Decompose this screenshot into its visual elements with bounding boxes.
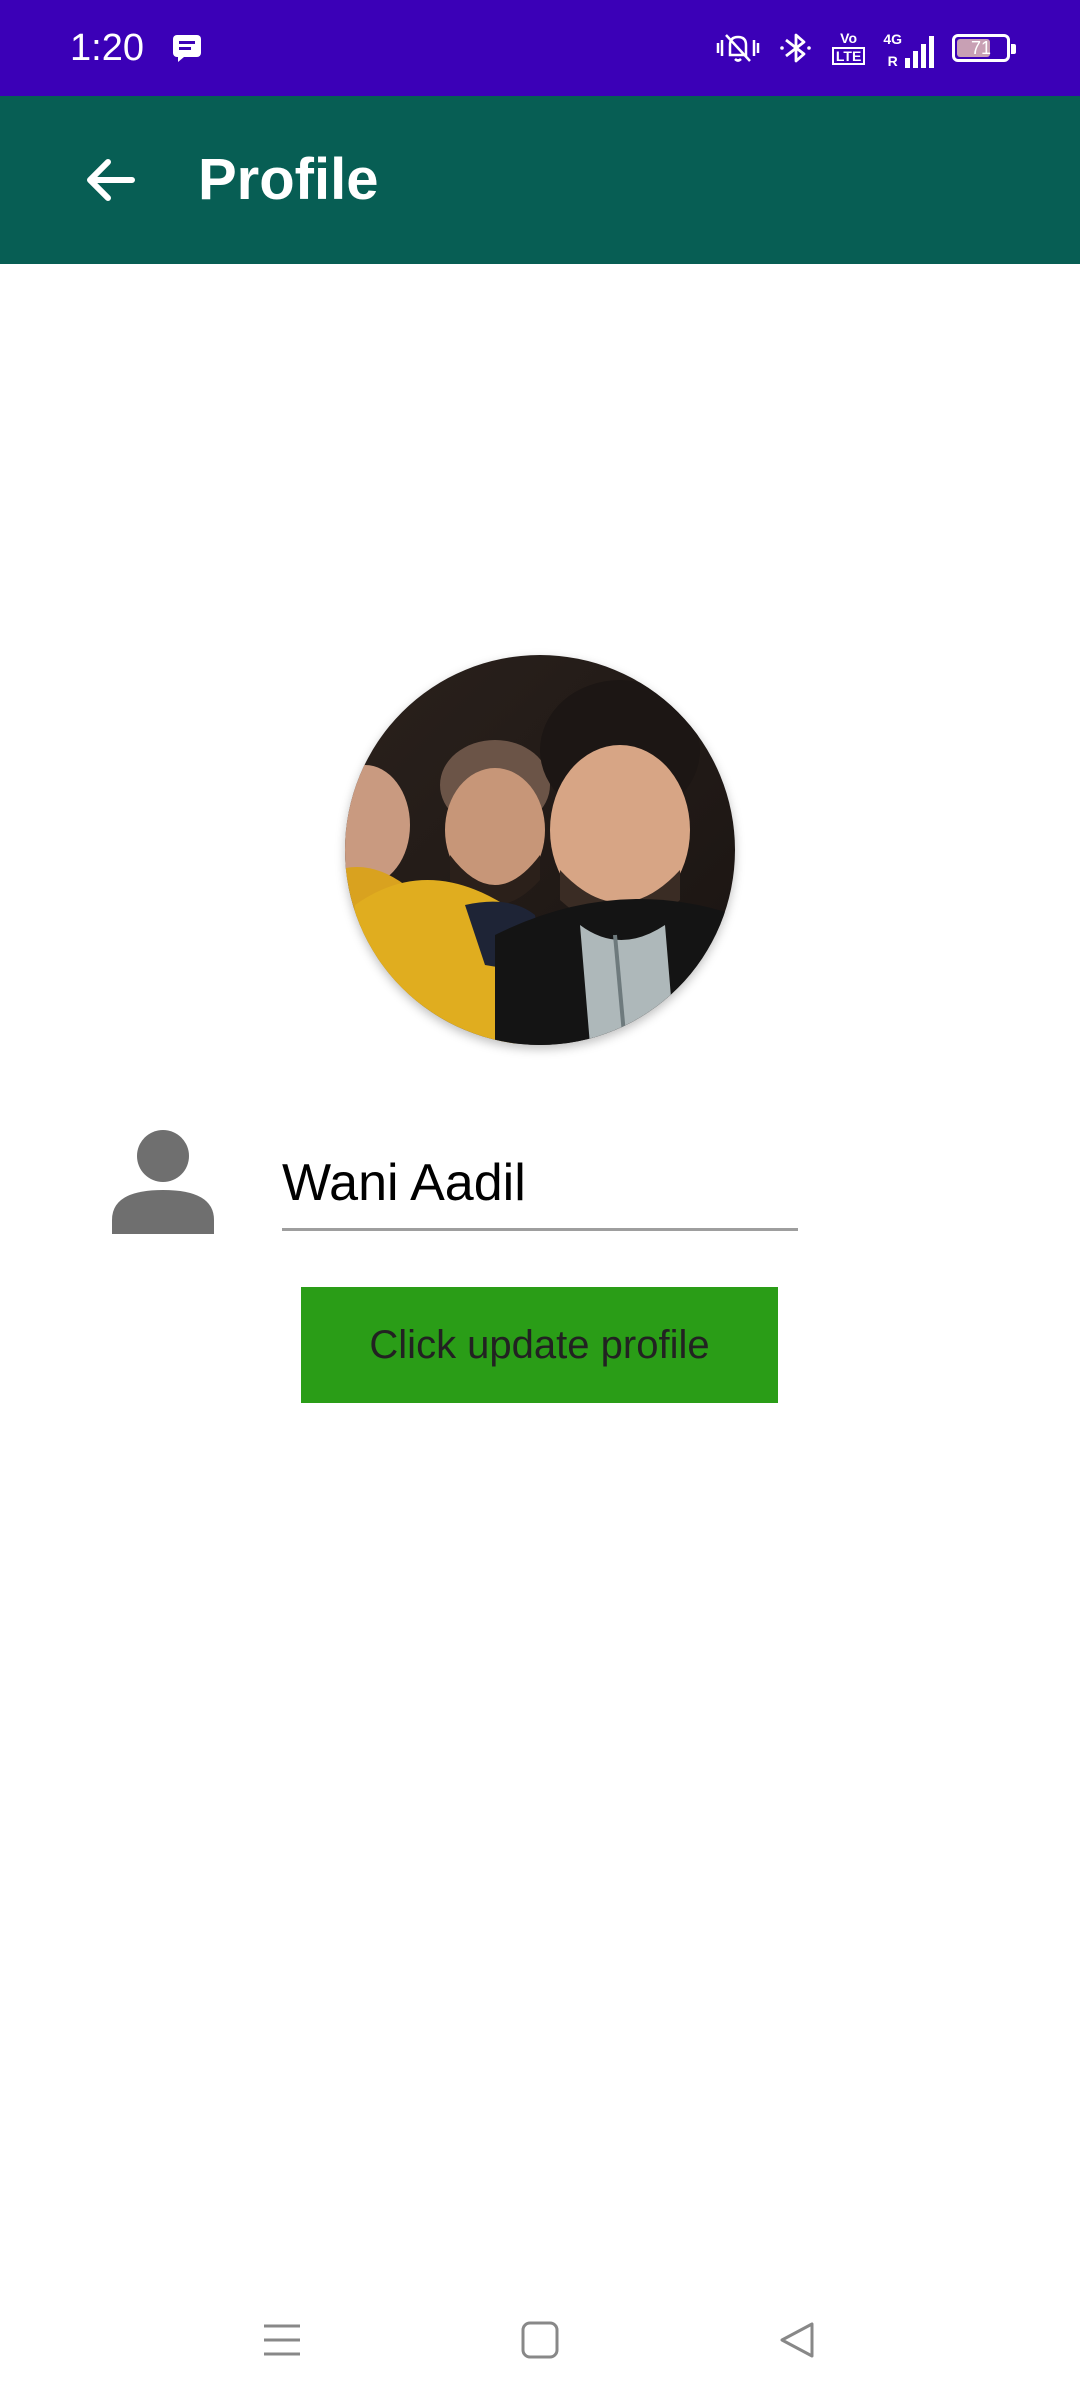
person-icon bbox=[112, 1130, 214, 1234]
volte-top-text: Vo bbox=[840, 30, 858, 46]
volte-bottom-text: LTE bbox=[831, 47, 866, 65]
page-title: Profile bbox=[198, 147, 379, 212]
battery-level-text: 71 bbox=[970, 38, 992, 58]
message-icon bbox=[173, 35, 201, 62]
arrow-back-icon bbox=[87, 159, 135, 201]
bluetooth-icon bbox=[780, 33, 811, 63]
signal-icon: 4G R bbox=[883, 28, 934, 68]
status-icons: Vo LTE 4G R 71 bbox=[716, 24, 1016, 72]
status-bar: 1:20 Vo LTE 4G R 71 bbox=[0, 0, 1080, 96]
app-bar: Profile bbox=[0, 96, 1080, 264]
menu-icon bbox=[264, 2324, 300, 2356]
profile-photo-image bbox=[345, 655, 735, 1045]
nav-menu-button[interactable] bbox=[242, 2300, 322, 2380]
back-icon bbox=[780, 2322, 814, 2358]
name-input[interactable]: Wani Aadil bbox=[282, 1135, 798, 1231]
nav-back-button[interactable] bbox=[758, 2300, 838, 2380]
volte-icon: Vo LTE bbox=[831, 30, 866, 65]
vibrate-icon bbox=[716, 34, 760, 62]
home-icon bbox=[521, 2321, 559, 2359]
update-profile-button[interactable]: Click update profile bbox=[301, 1287, 778, 1403]
status-time: 1:20 bbox=[70, 27, 144, 69]
back-button[interactable] bbox=[66, 136, 154, 224]
profile-photo[interactable] bbox=[345, 655, 735, 1045]
name-input-value: Wani Aadil bbox=[282, 1154, 526, 1212]
network-4g-text: 4G bbox=[883, 31, 902, 47]
nav-home-button[interactable] bbox=[500, 2300, 580, 2380]
network-r-text: R bbox=[887, 53, 898, 69]
system-nav-bar bbox=[0, 2270, 1080, 2400]
battery-icon: 71 bbox=[952, 34, 1016, 62]
